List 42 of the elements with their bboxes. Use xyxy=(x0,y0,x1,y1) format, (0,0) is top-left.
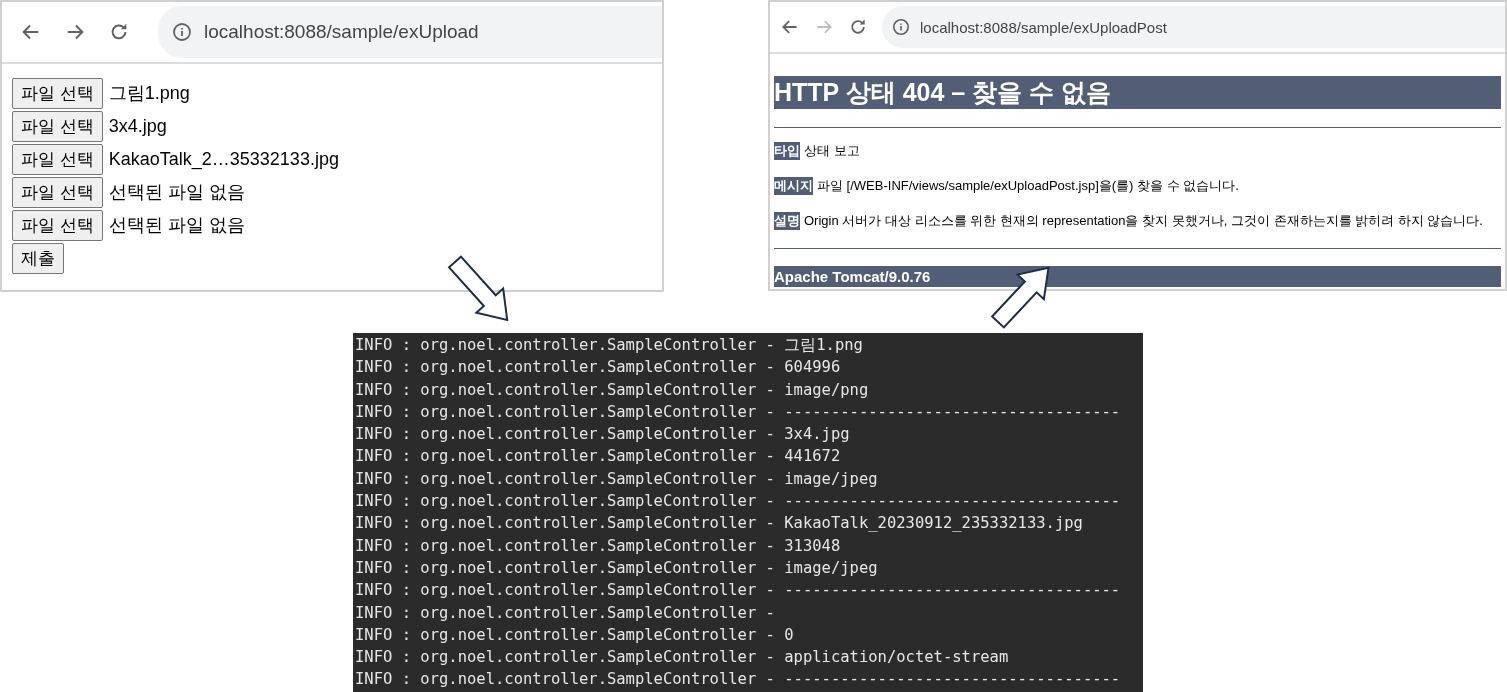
choose-file-button[interactable]: 파일 선택 xyxy=(12,143,103,175)
address-bar[interactable]: localhost:8088/sample/exUpload xyxy=(158,6,662,58)
log-line: INFO : org.noel.controller.SampleController - image/png xyxy=(354,379,870,401)
detail-label: 메시지 xyxy=(774,177,813,195)
log-line: INFO : org.noel.controller.SampleController - 604996 xyxy=(354,357,842,379)
log-line: INFO : org.noel.controller.SampleController - 그림1.png xyxy=(354,335,864,356)
log-line: INFO : org.noel.controller.SampleController - 3x4.jpg xyxy=(354,424,851,446)
detail-text: Origin 서버가 대상 리소스를 위한 현재의 representation을 찾지 못했거나, 그것이 존재하는지를 밝히려 하지 않습니다. xyxy=(804,212,1483,230)
detail-text: 상태 보고 xyxy=(804,142,860,160)
log-line: INFO : org.noel.controller.SampleController - 0 xyxy=(354,624,795,646)
file-name: 선택된 파일 없음 xyxy=(108,214,245,237)
detail-text: 파일 [/WEB-INF/views/sample/exUploadPost.jsp]을(를) 찾을 수 없습니다. xyxy=(817,177,1239,195)
choose-file-button[interactable]: 파일 선택 xyxy=(12,209,103,241)
choose-file-button[interactable]: 파일 선택 xyxy=(12,110,103,142)
file-name: 그림1.png xyxy=(108,82,190,105)
choose-file-button[interactable]: 파일 선택 xyxy=(12,77,103,109)
file-name: 3x4.jpg xyxy=(108,115,167,137)
log-line: INFO : org.noel.controller.SampleController - ------------------------------------ xyxy=(354,580,1122,602)
log-line: INFO : org.noel.controller.SampleController - 441672 xyxy=(354,446,842,468)
address-bar[interactable]: localhost:8088/sample/exUploadPost xyxy=(882,6,1505,48)
url-text: localhost:8088/sample/exUploadPost xyxy=(920,18,1167,36)
url-text: localhost:8088/sample/exUpload xyxy=(204,21,479,43)
log-line: INFO : org.noel.controller.SampleController - KakaoTalk_20230912_235332133.jpg xyxy=(354,513,1084,535)
reload-icon[interactable] xyxy=(848,17,868,37)
detail-label: 설명 xyxy=(774,212,800,230)
choose-file-button[interactable]: 파일 선택 xyxy=(12,176,103,208)
log-line: INFO : org.noel.controller.SampleController - xyxy=(354,602,776,624)
submit-button[interactable]: 제출 xyxy=(12,242,64,274)
error-heading: HTTP 상태 404 – 찾을 수 없음 xyxy=(774,76,1501,109)
log-line: INFO : org.noel.controller.SampleController - application/octet-stream xyxy=(354,647,1010,669)
log-line: INFO : org.noel.controller.SampleController - image/jpeg xyxy=(354,468,879,490)
log-line: INFO : org.noel.controller.SampleController - 313048 xyxy=(354,535,842,557)
detail-label: 타입 xyxy=(774,142,800,160)
file-name: KakaoTalk_2…35332133.jpg xyxy=(108,148,339,170)
log-line: INFO : org.noel.controller.SampleController - ------------------------------------ xyxy=(354,491,1122,513)
info-icon xyxy=(172,22,192,42)
info-icon xyxy=(892,18,910,36)
log-line: INFO : org.noel.controller.SampleController - image/jpeg xyxy=(354,557,879,579)
server-footer: Apache Tomcat/9.0.76 xyxy=(774,266,1501,287)
log-line: INFO : org.noel.controller.SampleController - ------------------------------------ xyxy=(354,669,1122,691)
log-line: INFO : org.noel.controller.SampleController - ------------------------------------ xyxy=(354,401,1122,423)
file-name: 선택된 파일 없음 xyxy=(108,181,245,204)
